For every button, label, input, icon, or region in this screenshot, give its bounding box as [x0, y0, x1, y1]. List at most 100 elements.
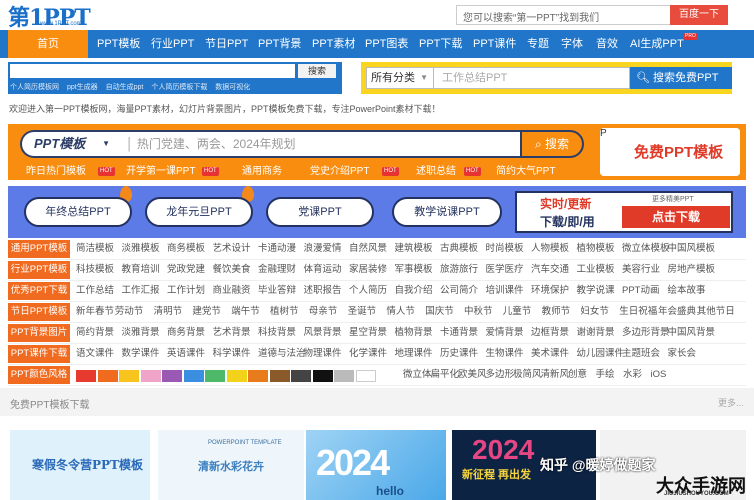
category-link[interactable]: 劳动节: [115, 303, 144, 321]
category-link[interactable]: 微立体模板: [622, 240, 670, 258]
category-link[interactable]: 中秋节: [464, 303, 493, 321]
category-link[interactable]: 商务模板: [167, 240, 205, 258]
color-swatch[interactable]: [248, 370, 268, 382]
nav-item-ai-ppt[interactable]: AI生成PPT: [630, 30, 684, 58]
category-label[interactable]: 行业PPT模板: [8, 261, 70, 279]
nav-item-charts[interactable]: PPT图表: [365, 30, 408, 58]
category-link[interactable]: 自我介绍: [395, 282, 433, 300]
hot-link[interactable]: 述职总结: [416, 164, 456, 180]
category-link[interactable]: 医学医疗: [486, 261, 524, 279]
category-link[interactable]: 旅游旅行: [440, 261, 478, 279]
category-link[interactable]: 工作总结: [76, 282, 114, 300]
category-link[interactable]: 商业融资: [213, 282, 251, 300]
nav-item-assets[interactable]: PPT素材: [312, 30, 355, 58]
hot-link[interactable]: 通用商务: [242, 164, 282, 180]
category-link[interactable]: 人物模板: [531, 240, 569, 258]
template-thumbnail[interactable]: 2024 hello: [306, 430, 446, 500]
category-link[interactable]: 党政党建: [167, 261, 205, 279]
category-link[interactable]: 美术课件: [531, 345, 569, 363]
nav-item-backgrounds[interactable]: PPT背景: [258, 30, 301, 58]
nav-item-sounds[interactable]: 音效: [596, 30, 618, 58]
category-link[interactable]: 微立体: [403, 366, 432, 384]
quick-link[interactable]: 个人简历模板下载: [151, 84, 207, 91]
category-link[interactable]: 其他节日: [697, 303, 735, 321]
quick-link[interactable]: ppt生成器: [67, 84, 98, 91]
category-link[interactable]: 科技模板: [76, 261, 114, 279]
category-link[interactable]: 年会盛典: [658, 303, 696, 321]
color-swatch[interactable]: [334, 370, 354, 382]
category-link[interactable]: 浪漫爱情: [304, 240, 342, 258]
category-link[interactable]: 中国风背景: [668, 324, 716, 342]
category-link[interactable]: 家长会: [668, 345, 697, 363]
category-link[interactable]: 商务背景: [167, 324, 205, 342]
category-link[interactable]: 生物课件: [486, 345, 524, 363]
nav-item-courseware[interactable]: PPT课件: [473, 30, 516, 58]
color-swatch[interactable]: [119, 370, 139, 382]
category-link[interactable]: 公司简介: [440, 282, 478, 300]
category-link[interactable]: 清明节: [154, 303, 183, 321]
baidu-search-input[interactable]: 您可以搜索“第一PPT”找到我们: [456, 5, 670, 25]
quick-link[interactable]: 数据可视化: [215, 84, 250, 91]
topic-pill[interactable]: 教学说课PPT: [392, 197, 502, 227]
site-logo[interactable]: 第1PPT www.1PPT.com: [8, 2, 120, 31]
nav-home[interactable]: 首页: [8, 30, 88, 58]
category-link[interactable]: 建筑模板: [395, 240, 433, 258]
category-link[interactable]: 多边形: [486, 366, 515, 384]
color-swatch[interactable]: [162, 370, 182, 382]
category-link[interactable]: 爱情背景: [486, 324, 524, 342]
left-search-button[interactable]: 搜索: [298, 64, 336, 78]
category-link[interactable]: 端午节: [231, 303, 260, 321]
category-link[interactable]: 科学课件: [213, 345, 251, 363]
nav-item-fonts[interactable]: 字体: [561, 30, 583, 58]
category-link[interactable]: 数学课件: [122, 345, 160, 363]
category-link[interactable]: 时尚模板: [486, 240, 524, 258]
category-link[interactable]: 房地产模板: [668, 261, 716, 279]
free-ppt-promo-label[interactable]: 免费PPT模板: [634, 141, 723, 162]
category-link[interactable]: 多边形背景: [622, 324, 670, 342]
category-link[interactable]: 手绘: [596, 366, 615, 384]
category-link[interactable]: 汽车交通: [531, 261, 569, 279]
category-link[interactable]: 教学说课: [577, 282, 615, 300]
color-swatch[interactable]: [97, 370, 118, 382]
category-label[interactable]: 节日PPT模板: [8, 303, 70, 321]
category-link[interactable]: 清新风: [541, 366, 570, 384]
color-swatch[interactable]: [269, 370, 290, 382]
ppt-search-input[interactable]: 工作总结PPT: [434, 67, 630, 89]
template-thumbnail[interactable]: 寒假冬令营PPT模板: [10, 430, 150, 500]
category-link[interactable]: 谢谢背景: [577, 324, 615, 342]
banner-search-button[interactable]: ⌕ 搜索: [520, 130, 584, 158]
category-link[interactable]: 建党节: [192, 303, 221, 321]
color-swatch[interactable]: [312, 370, 333, 382]
category-link[interactable]: 扁平化: [431, 366, 460, 384]
category-label[interactable]: PPT课件下载: [8, 345, 70, 363]
quick-link[interactable]: 自动生成ppt: [106, 84, 144, 91]
category-link[interactable]: 儿童节: [503, 303, 532, 321]
category-link[interactable]: 主题班会: [622, 345, 660, 363]
category-link[interactable]: 艺术背景: [213, 324, 251, 342]
category-link[interactable]: 欧美风: [458, 366, 487, 384]
nav-item-holiday[interactable]: 节日PPT: [205, 30, 248, 58]
category-link[interactable]: 植物模板: [577, 240, 615, 258]
ppt-search-button[interactable]: 🔍︎ 搜索免费PPT: [630, 67, 732, 89]
category-link[interactable]: 植物背景: [395, 324, 433, 342]
category-link[interactable]: 家居装修: [349, 261, 387, 279]
topic-pill[interactable]: 龙年元旦PPT: [145, 197, 253, 227]
banner-type-select[interactable]: PPT模板 ▼: [20, 130, 116, 158]
category-link[interactable]: 古典模板: [440, 240, 478, 258]
category-link[interactable]: 历史课件: [440, 345, 478, 363]
color-swatch[interactable]: [76, 370, 96, 382]
category-label[interactable]: 通用PPT模板: [8, 240, 70, 258]
category-link[interactable]: 个人简历: [349, 282, 387, 300]
category-link[interactable]: 金融理财: [258, 261, 296, 279]
category-link[interactable]: 化学课件: [349, 345, 387, 363]
hot-link[interactable]: 简约大气PPT: [496, 164, 555, 180]
category-link[interactable]: 卡通背景: [440, 324, 478, 342]
baidu-search-button[interactable]: 百度一下: [670, 5, 728, 25]
more-link[interactable]: 更多...: [718, 396, 744, 409]
category-link[interactable]: 军事模板: [395, 261, 433, 279]
category-link[interactable]: 自然风景: [349, 240, 387, 258]
category-link[interactable]: 教育培训: [122, 261, 160, 279]
topic-pill[interactable]: 党课PPT: [266, 197, 374, 227]
category-link[interactable]: 母亲节: [309, 303, 338, 321]
category-link[interactable]: 工作计划: [167, 282, 205, 300]
